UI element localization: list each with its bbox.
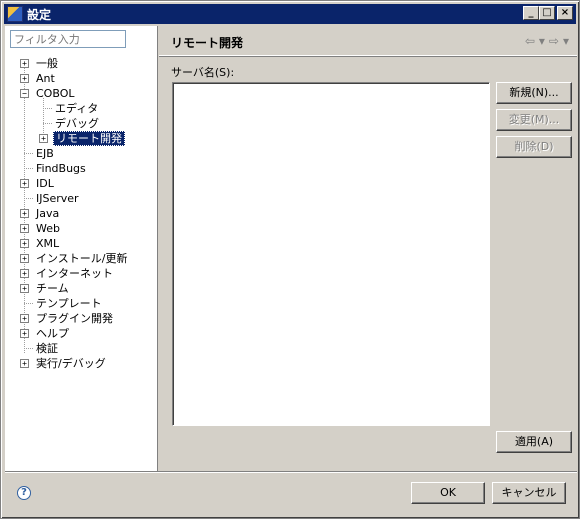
expand-icon[interactable]: + bbox=[20, 74, 29, 83]
preference-page: リモート開発 ⇦ ▾ ⇨ ▾ サーバ名(S): 新規(N)... 変更(M)..… bbox=[159, 26, 577, 471]
preferences-tree: + 一般 + Ant − COBOL エディタ デバッグ + リモート開発 EJB FindBugs +… bbox=[5, 56, 158, 371]
tree-item-label: IJServer bbox=[36, 192, 79, 205]
tree-connector bbox=[24, 198, 33, 199]
expand-icon[interactable]: + bbox=[20, 329, 29, 338]
title-bar[interactable]: 設定 _ □ × bbox=[4, 4, 576, 24]
tree-item-label: 一般 bbox=[36, 57, 58, 70]
minimize-button[interactable]: _ bbox=[523, 6, 539, 20]
expand-icon[interactable]: + bbox=[20, 314, 29, 323]
tree-item[interactable]: + 実行/デバッグ bbox=[5, 356, 158, 371]
edit-button[interactable]: 変更(M)... bbox=[496, 109, 572, 131]
tree-item-label: インストール/更新 bbox=[36, 252, 128, 265]
tree-item[interactable]: + インストール/更新 bbox=[5, 251, 158, 266]
filter-input[interactable] bbox=[10, 30, 126, 48]
tree-item-label: XML bbox=[36, 237, 60, 250]
window-controls: _ □ × bbox=[523, 6, 573, 20]
tree-item-label: プラグイン開発 bbox=[36, 312, 113, 325]
tree-item-label: インターネット bbox=[36, 267, 113, 280]
ok-button[interactable]: OK bbox=[411, 482, 485, 504]
server-name-label: サーバ名(S): bbox=[171, 66, 235, 79]
tree-connector bbox=[24, 153, 33, 154]
header-divider bbox=[159, 56, 577, 57]
tree-item[interactable]: + Web bbox=[5, 221, 158, 236]
apply-button[interactable]: 適用(A) bbox=[496, 431, 572, 453]
tree-item-label: Web bbox=[36, 222, 60, 235]
window-title: 設定 bbox=[27, 7, 52, 22]
tree-item[interactable]: + インターネット bbox=[5, 266, 158, 281]
tree-item-label: Java bbox=[36, 207, 60, 220]
tree-item-label: Ant bbox=[36, 72, 55, 85]
tree-item-label: ヘルプ bbox=[36, 327, 69, 340]
tree-item-label: リモート開発 bbox=[53, 131, 125, 146]
maximize-button[interactable]: □ bbox=[539, 6, 555, 20]
tree-item-label: FindBugs bbox=[36, 162, 86, 175]
page-navigation: ⇦ ▾ ⇨ ▾ bbox=[525, 34, 569, 48]
tree-item[interactable]: + IDL bbox=[5, 176, 158, 191]
tree-item[interactable]: デバッグ bbox=[5, 116, 158, 131]
expand-icon[interactable]: + bbox=[20, 239, 29, 248]
page-header: リモート開発 ⇦ ▾ ⇨ ▾ bbox=[159, 26, 577, 56]
tree-item[interactable]: 検証 bbox=[5, 341, 158, 356]
new-button[interactable]: 新規(N)... bbox=[496, 82, 572, 104]
help-icon[interactable]: ? bbox=[17, 486, 31, 500]
close-button[interactable]: × bbox=[557, 6, 573, 20]
tree-item-label: 検証 bbox=[36, 342, 58, 355]
tree-connector bbox=[24, 303, 33, 304]
preferences-tree-panel: +一般+Ant−COBOLエディタデバッグ+リモート開発EJBFindBugs+… bbox=[5, 26, 158, 471]
back-dropdown-icon[interactable]: ▾ bbox=[539, 34, 545, 48]
back-arrow-icon[interactable]: ⇦ bbox=[525, 34, 535, 48]
expand-icon[interactable]: + bbox=[20, 359, 29, 368]
tree-item-label: EJB bbox=[36, 147, 54, 160]
tree-item[interactable]: FindBugs bbox=[5, 161, 158, 176]
tree-item[interactable]: + XML bbox=[5, 236, 158, 251]
expand-icon[interactable]: + bbox=[20, 224, 29, 233]
tree-item[interactable]: + Java bbox=[5, 206, 158, 221]
delete-button[interactable]: 削除(D) bbox=[496, 136, 572, 158]
tree-item-label: 実行/デバッグ bbox=[36, 357, 106, 370]
tree-item-label: デバッグ bbox=[55, 117, 99, 130]
tree-item[interactable]: + Ant bbox=[5, 71, 158, 86]
expand-icon[interactable]: + bbox=[20, 59, 29, 68]
tree-connector bbox=[24, 348, 33, 349]
cancel-button[interactable]: キャンセル bbox=[492, 482, 566, 504]
expand-icon[interactable]: + bbox=[39, 134, 48, 143]
tree-item[interactable]: − COBOL bbox=[5, 86, 158, 101]
tree-item[interactable]: + 一般 bbox=[5, 56, 158, 71]
tree-item-label: COBOL bbox=[36, 87, 75, 100]
expand-icon[interactable]: + bbox=[20, 284, 29, 293]
tree-item[interactable]: + リモート開発 bbox=[5, 131, 158, 146]
server-list[interactable] bbox=[172, 82, 490, 426]
tree-connector bbox=[24, 168, 33, 169]
tree-item[interactable]: + チーム bbox=[5, 281, 158, 296]
tree-item[interactable]: EJB bbox=[5, 146, 158, 161]
tree-item-label: エディタ bbox=[55, 102, 99, 115]
app-icon bbox=[7, 6, 23, 22]
tree-item-label: IDL bbox=[36, 177, 54, 190]
expand-icon[interactable]: + bbox=[20, 269, 29, 278]
expand-icon[interactable]: + bbox=[20, 179, 29, 188]
expand-icon[interactable]: + bbox=[20, 254, 29, 263]
forward-dropdown-icon[interactable]: ▾ bbox=[563, 34, 569, 48]
collapse-icon[interactable]: − bbox=[20, 89, 29, 98]
expand-icon[interactable]: + bbox=[20, 209, 29, 218]
tree-item[interactable]: + プラグイン開発 bbox=[5, 311, 158, 326]
footer-divider bbox=[5, 471, 577, 473]
tree-item[interactable]: テンプレート bbox=[5, 296, 158, 311]
tree-item[interactable]: エディタ bbox=[5, 101, 158, 116]
tree-item-label: チーム bbox=[36, 282, 69, 295]
tree-item-label: テンプレート bbox=[36, 297, 102, 310]
tree-item[interactable]: + ヘルプ bbox=[5, 326, 158, 341]
preferences-dialog: 設定 _ □ × +一般+Ant−COBOLエディタデバッグ+リモート開発EJB… bbox=[0, 0, 580, 519]
tree-connector bbox=[43, 108, 52, 109]
page-title: リモート開発 bbox=[171, 36, 244, 50]
tree-item[interactable]: IJServer bbox=[5, 191, 158, 206]
forward-arrow-icon[interactable]: ⇨ bbox=[549, 34, 559, 48]
tree-connector bbox=[43, 123, 52, 124]
